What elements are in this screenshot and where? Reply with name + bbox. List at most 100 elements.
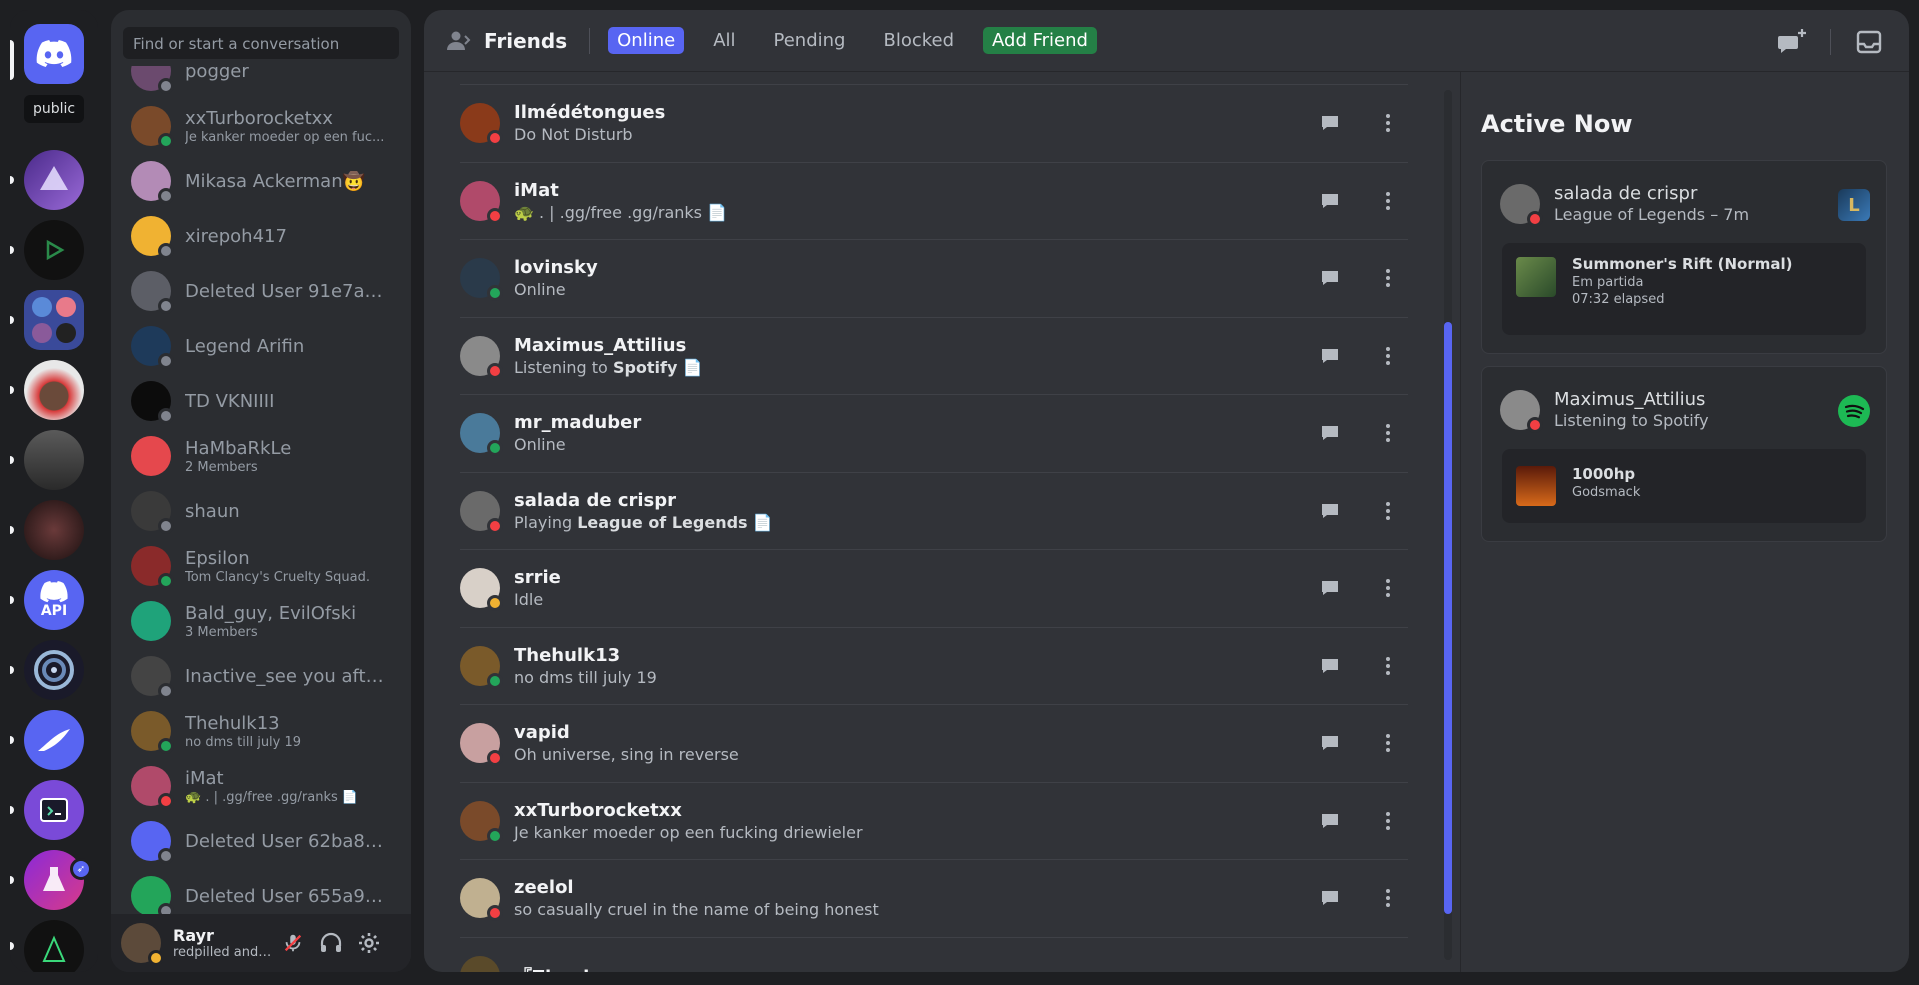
more-options-button[interactable] [1368, 723, 1408, 763]
server-triangle[interactable] [24, 220, 84, 280]
friend-row[interactable]: Maximus_Attilius Listening to Spotify 📄 [460, 316, 1408, 394]
boost-badge-icon: ➶ [70, 858, 92, 880]
friend-row[interactable]: zeelol so casually cruel in the name of b… [460, 859, 1408, 936]
activity-card[interactable]: Maximus_Attilius Listening to Spotify 10… [1481, 366, 1887, 542]
dm-item[interactable]: xirepoh417 [121, 213, 401, 259]
chat-bubble-icon [1322, 193, 1338, 208]
friend-row[interactable]: salada de crispr Playing League of Legend… [460, 471, 1408, 549]
spotify-icon [1838, 395, 1870, 427]
server-suit[interactable] [24, 430, 84, 490]
unread-indicator [10, 596, 14, 604]
dm-search-input[interactable]: Find or start a conversation [123, 27, 399, 59]
message-button[interactable] [1310, 878, 1350, 918]
dm-item[interactable]: Mikasa Ackerman🤠 [121, 158, 401, 204]
mute-button[interactable] [275, 925, 311, 961]
robot-icon [40, 798, 68, 822]
status-on-icon [487, 672, 503, 689]
more-options-button[interactable] [1368, 103, 1408, 143]
more-options-button[interactable] [1368, 568, 1408, 608]
dm-item[interactable]: Epsilon Tom Clancy's Cruelty Squad. [121, 543, 401, 589]
inbox-icon [1856, 30, 1882, 54]
more-vertical-icon [1386, 346, 1390, 365]
message-button[interactable] [1310, 336, 1350, 376]
message-button[interactable] [1310, 181, 1350, 221]
track-artist: Godsmack [1572, 485, 1641, 500]
friend-row[interactable]: lovinsky Online [460, 239, 1408, 316]
message-button[interactable] [1310, 258, 1350, 298]
server-api[interactable]: API [24, 570, 84, 630]
deafen-button[interactable] [313, 925, 349, 961]
avatar [460, 645, 503, 689]
message-button[interactable] [1310, 491, 1350, 531]
friend-status-text: Oh universe, sing in reverse [514, 745, 739, 764]
play-triangle-icon [46, 239, 65, 261]
server-blue-wave[interactable] [24, 150, 84, 210]
dm-item[interactable]: Legend Arifin [121, 323, 401, 369]
scrollbar-thumb[interactable] [1444, 322, 1452, 914]
more-options-button[interactable] [1368, 181, 1408, 221]
message-button[interactable] [1310, 801, 1350, 841]
chat-bubble-icon [1322, 581, 1338, 595]
message-button[interactable] [1310, 413, 1350, 453]
dm-item[interactable]: iMat 🐢 . | .gg/free .gg/ranks 📄 [121, 763, 401, 809]
server-face[interactable] [24, 500, 84, 560]
dm-item[interactable]: Bald_guy, EvilOfski 3 Members [121, 598, 401, 644]
dm-item[interactable]: Thehulk13 no dms till july 19 [121, 708, 401, 754]
more-options-button[interactable] [1368, 801, 1408, 841]
dm-item[interactable]: TD VKNIIII [121, 378, 401, 424]
chat-bubble-icon [1322, 426, 1338, 440]
server-folder[interactable] [24, 290, 84, 350]
dm-item[interactable]: pogger [121, 66, 401, 94]
status-on-icon [158, 573, 174, 589]
more-options-button[interactable] [1368, 646, 1408, 686]
friend-row[interactable]: Ilmédétongues Do Not Disturb [460, 84, 1408, 161]
dm-item[interactable]: HaMbaRkLe 2 Members [121, 433, 401, 479]
home-button[interactable] [24, 24, 84, 84]
new-group-dm-button[interactable] [1776, 26, 1808, 58]
settings-button[interactable] [351, 925, 387, 961]
activity-card[interactable]: salada de crispr League of Legends – 7m … [1481, 160, 1887, 354]
friend-row[interactable]: xxTurborocketxx Je kanker moeder op een f… [460, 781, 1408, 859]
more-options-button[interactable] [1368, 878, 1408, 918]
tab-online[interactable]: Online [608, 27, 685, 54]
friend-row[interactable]: iMat 🐢 . | .gg/free .gg/ranks 📄 [460, 161, 1408, 239]
server-tree[interactable] [24, 920, 84, 972]
tab-blocked[interactable]: Blocked [874, 27, 963, 54]
more-options-button[interactable] [1368, 336, 1408, 376]
tab-add-friend[interactable]: Add Friend [983, 27, 1097, 54]
tab-pending[interactable]: Pending [765, 27, 855, 54]
message-button[interactable] [1310, 568, 1350, 608]
unread-indicator [10, 666, 14, 674]
chat-bubble-icon [1322, 503, 1338, 518]
friend-row[interactable]: mr_maduber Online [460, 394, 1408, 471]
dm-name: Mikasa Ackerman🤠 [185, 170, 366, 192]
server-santa[interactable] [24, 360, 84, 420]
avatar [131, 381, 174, 424]
dm-item[interactable]: Inactive_see you afte... [121, 653, 401, 699]
more-options-button[interactable] [1368, 413, 1408, 453]
server-bot[interactable] [24, 780, 84, 840]
avatar [131, 66, 174, 94]
message-button[interactable] [1310, 103, 1350, 143]
friend-row[interactable]: vapid Oh universe, sing in reverse [460, 704, 1408, 781]
dm-item[interactable]: shaun [121, 488, 401, 534]
server-wing[interactable] [24, 710, 84, 770]
league-of-legends-icon: L [1838, 189, 1870, 221]
user-avatar[interactable] [121, 923, 164, 966]
message-button[interactable] [1310, 723, 1350, 763]
dm-item[interactable]: Deleted User 62ba87... [121, 818, 401, 864]
server-swirl[interactable] [24, 640, 84, 700]
dm-item[interactable]: Deleted User 91e7ad... [121, 268, 401, 314]
message-button[interactable] [1310, 646, 1350, 686]
activity-detail: 1000hp Godsmack [1502, 449, 1866, 523]
friend-row[interactable]: 『Zhopir [460, 936, 1408, 972]
tab-all[interactable]: All [704, 27, 744, 54]
avatar [1500, 183, 1543, 227]
dm-item[interactable]: xxTurborocketxx Je kanker moeder op een f… [121, 103, 401, 149]
friend-row[interactable]: srrie Idle [460, 549, 1408, 626]
more-options-button[interactable] [1368, 258, 1408, 298]
inbox-button[interactable] [1853, 26, 1885, 58]
dm-item[interactable]: Deleted User 655a9a... [121, 873, 401, 914]
more-options-button[interactable] [1368, 491, 1408, 531]
friend-row[interactable]: Thehulk13 no dms till july 19 [460, 626, 1408, 704]
